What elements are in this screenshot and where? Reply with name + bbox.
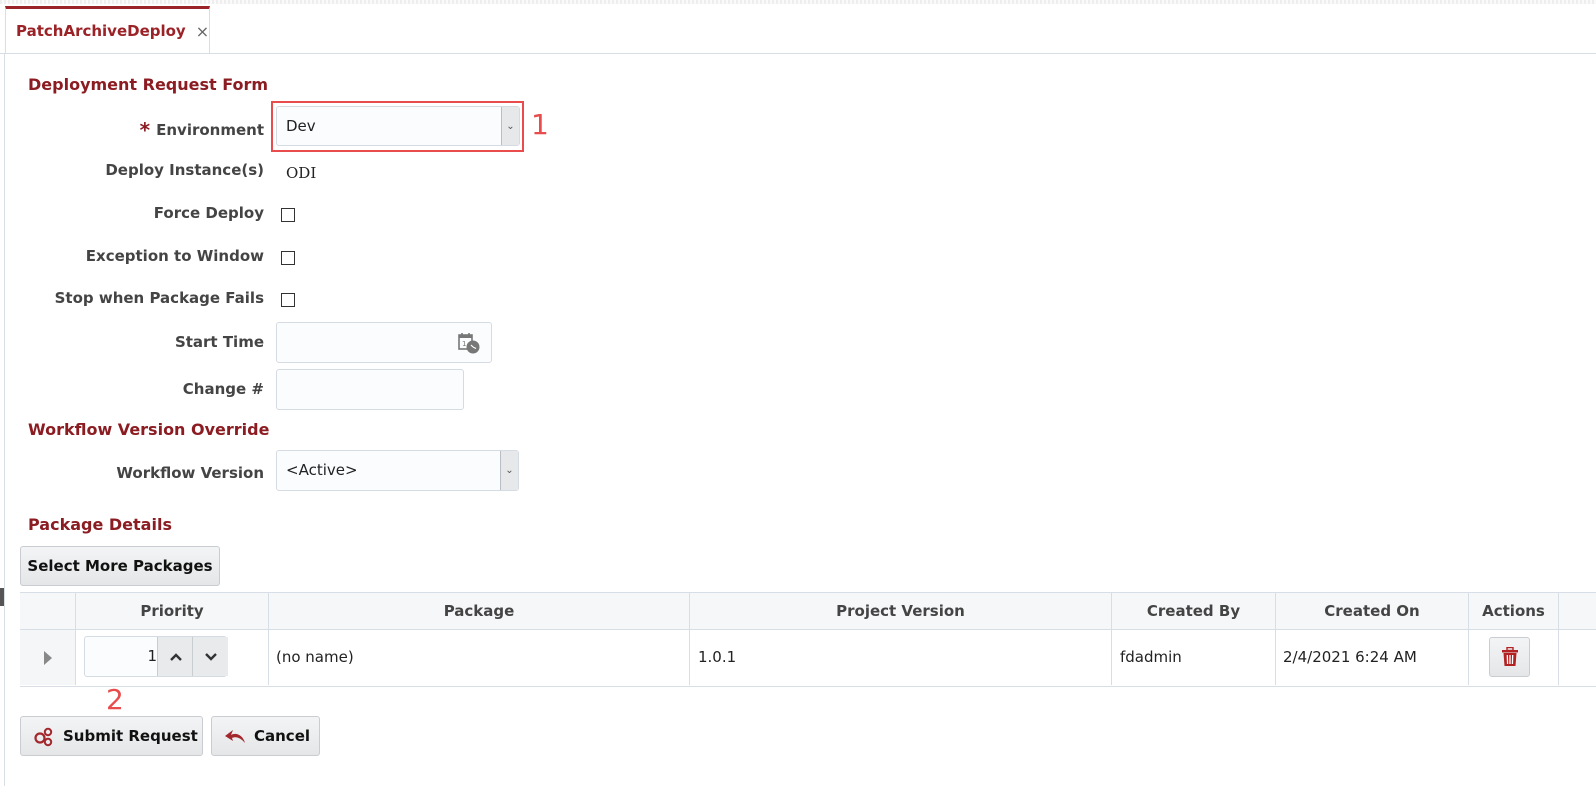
environment-label: * Environment: [139, 118, 264, 142]
caret-right-icon: [43, 650, 52, 665]
workflow-version-label: Workflow Version: [116, 464, 264, 482]
chevron-down-icon: [204, 652, 217, 661]
deploy-instances-label: Deploy Instance(s): [105, 161, 264, 179]
force-deploy-label: Force Deploy: [153, 204, 264, 222]
start-time-label: Start Time: [174, 333, 264, 351]
project-version-cell: 1.0.1: [698, 648, 737, 666]
deploy-instances-value: ODI: [286, 164, 317, 182]
change-number-input[interactable]: [276, 369, 464, 410]
calendar-clock-icon[interactable]: 1: [457, 331, 481, 355]
workflow-version-select[interactable]: <Active> ⌄: [276, 450, 519, 491]
tab-bar: PatchArchiveDeploy ×: [0, 4, 1596, 54]
tab-patcharchivedeploy[interactable]: PatchArchiveDeploy ×: [5, 6, 210, 53]
panel-border: [4, 54, 5, 786]
select-more-packages-button[interactable]: Select More Packages: [20, 546, 220, 586]
chevron-up-icon: [169, 652, 182, 661]
chevron-down-icon[interactable]: ⌄: [500, 451, 518, 490]
cancel-button[interactable]: Cancel: [211, 716, 320, 756]
change-number-label: Change #: [182, 380, 264, 398]
priority-value[interactable]: 1: [85, 637, 157, 676]
row-expander[interactable]: [20, 630, 75, 685]
stop-when-package-fails-label: Stop when Package Fails: [54, 289, 264, 307]
delete-row-button[interactable]: [1489, 637, 1530, 677]
stop-when-package-fails-checkbox[interactable]: [281, 293, 295, 307]
annotation-step-1: 1: [531, 108, 549, 141]
svg-text:1: 1: [462, 340, 466, 348]
column-header-priority[interactable]: Priority: [76, 593, 268, 629]
submit-request-button[interactable]: Submit Request: [20, 716, 203, 756]
annotation-highlight-box: [271, 101, 524, 152]
form-title: Deployment Request Form: [28, 75, 269, 94]
column-header-created-by[interactable]: Created By: [1112, 593, 1275, 629]
package-cell: (no name): [276, 648, 354, 666]
created-on-cell: 2/4/2021 6:24 AM: [1283, 648, 1417, 666]
exception-to-window-checkbox[interactable]: [281, 251, 295, 265]
packages-grid: Priority Package Project Version Created…: [20, 592, 1596, 687]
force-deploy-checkbox[interactable]: [281, 208, 295, 222]
decrement-button[interactable]: [192, 637, 228, 676]
package-details-title: Package Details: [28, 515, 172, 534]
required-icon: *: [139, 118, 151, 142]
created-by-cell: fdadmin: [1120, 648, 1182, 666]
gears-icon: [34, 727, 53, 747]
annotation-step-2: 2: [106, 683, 124, 716]
priority-stepper[interactable]: 1: [84, 636, 228, 677]
undo-icon: [225, 730, 245, 743]
tab-label: PatchArchiveDeploy: [16, 22, 186, 40]
workflow-section-title: Workflow Version Override: [28, 420, 270, 439]
close-icon[interactable]: ×: [196, 22, 209, 41]
start-time-input[interactable]: 1: [276, 322, 492, 363]
column-header-package[interactable]: Package: [269, 593, 689, 629]
column-header-actions: Actions: [1482, 602, 1545, 620]
increment-button[interactable]: [157, 637, 193, 676]
column-header-project-version[interactable]: Project Version: [690, 593, 1111, 629]
workflow-version-value: <Active>: [286, 461, 358, 479]
column-header-created-on[interactable]: Created On: [1276, 593, 1468, 629]
exception-to-window-label: Exception to Window: [85, 247, 264, 265]
splitter-handle[interactable]: [0, 588, 4, 606]
trash-icon: [1501, 647, 1518, 666]
